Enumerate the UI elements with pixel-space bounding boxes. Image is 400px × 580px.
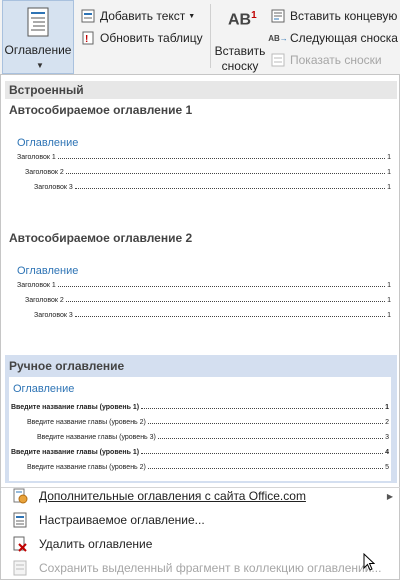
remove-toc-menu-item[interactable]: Удалить оглавление <box>5 533 397 555</box>
insert-endnote-button[interactable]: Вставить концевую <box>270 6 397 26</box>
custom-toc-menu-item[interactable]: Настраиваемое оглавление... <box>5 509 397 531</box>
svg-text:!: ! <box>85 34 88 45</box>
toc-preview-title: Оглавление <box>17 137 79 149</box>
next-footnote-icon: AB → <box>268 33 288 43</box>
submenu-arrow-icon: ▶ <box>386 491 393 501</box>
toc-preview-line: Введите название главы (уровень 1) 1 <box>11 404 389 411</box>
custom-toc-label: Настраиваемое оглавление... <box>39 513 205 527</box>
more-tocs-office-menu-item[interactable]: Дополнительные оглавления с сайта Office… <box>5 485 397 507</box>
more-tocs-label: Дополнительные оглавления с сайта Office… <box>39 489 306 503</box>
custom-toc-icon <box>11 511 29 529</box>
table-of-contents-button[interactable]: Оглавление ▼ <box>2 0 74 74</box>
save-selection-icon <box>11 559 29 577</box>
update-table-label: Обновить таблицу <box>100 31 203 45</box>
remove-toc-label: Удалить оглавление <box>39 537 153 551</box>
toc-preview-line: Заголовок 21 <box>25 169 391 176</box>
chevron-down-icon: ▼ <box>36 61 44 70</box>
insert-footnote-button[interactable]: AB1 Вставить сноску <box>214 4 266 73</box>
table-of-contents-label: Оглавление <box>4 43 72 57</box>
insert-endnote-label: Вставить концевую <box>290 9 398 23</box>
toc-preview-line: Введите название главы (уровень 3) 3 <box>37 434 389 441</box>
toc-preview-line: Введите название главы (уровень 2) 2 <box>27 419 389 426</box>
toc-preview: Оглавление Введите название главы (урове… <box>9 377 391 481</box>
show-notes-button[interactable]: Показать сноски <box>270 50 382 70</box>
toc-preview-title: Оглавление <box>13 383 75 395</box>
add-text-icon <box>80 8 96 24</box>
toc-gallery-dropdown: Встроенный Автособираемое оглавление 1 О… <box>0 74 400 580</box>
chevron-down-icon: ▼ <box>188 12 196 20</box>
insert-endnote-icon <box>270 8 286 24</box>
toc-preview-line: Введите название главы (уровень 2) 5 <box>27 464 389 471</box>
toc-preview-line: Заголовок 31 <box>34 312 391 319</box>
show-notes-label: Показать сноски <box>290 53 382 67</box>
insert-footnote-label-2: сноску <box>221 59 259 73</box>
office-globe-icon <box>11 487 29 505</box>
add-text-label: Добавить текст <box>100 9 186 23</box>
save-selection-menu-item[interactable]: Сохранить выделенный фрагмент в коллекци… <box>5 557 397 579</box>
toc-preview: Оглавление Заголовок 11 Заголовок 21 Заг… <box>17 137 393 207</box>
next-footnote-button[interactable]: AB → Следующая сноска <box>268 28 398 48</box>
toc-preview: Оглавление Заголовок 11 Заголовок 21 Заг… <box>17 265 393 335</box>
toc-preview-line: Введите название главы (уровень 1) 4 <box>11 449 389 456</box>
ribbon: Оглавление ▼ Добавить текст ▼ ! Обновить… <box>0 0 400 75</box>
table-of-contents-icon <box>27 7 49 42</box>
show-notes-icon <box>270 52 286 68</box>
update-table-icon: ! <box>80 30 96 46</box>
update-table-button[interactable]: ! Обновить таблицу <box>80 28 203 48</box>
gallery-item-title: Автособираемое оглавление 2 <box>9 231 193 245</box>
toc-preview-title: Оглавление <box>17 265 79 277</box>
insert-footnote-label-1: Вставить <box>214 44 266 58</box>
toc-preview-line: Заголовок 21 <box>25 297 391 304</box>
ribbon-separator <box>210 4 211 68</box>
gallery-item-title: Автособираемое оглавление 1 <box>9 103 193 117</box>
insert-footnote-icon: AB1 <box>228 10 257 29</box>
toc-preview-line: Заголовок 11 <box>17 282 391 289</box>
toc-preview-line: Заголовок 31 <box>34 184 391 191</box>
mouse-cursor-icon <box>363 552 376 576</box>
gallery-section-header: Встроенный <box>5 81 397 99</box>
add-text-button[interactable]: Добавить текст ▼ <box>80 6 195 26</box>
remove-toc-icon <box>11 535 29 553</box>
save-selection-label: Сохранить выделенный фрагмент в коллекци… <box>39 561 382 575</box>
next-footnote-label: Следующая сноска <box>290 31 398 45</box>
gallery-item-manual-toc[interactable]: Ручное оглавление Оглавление Введите наз… <box>5 355 397 483</box>
gallery-item-title: Ручное оглавление <box>9 359 125 373</box>
toc-preview-line: Заголовок 11 <box>17 154 391 161</box>
